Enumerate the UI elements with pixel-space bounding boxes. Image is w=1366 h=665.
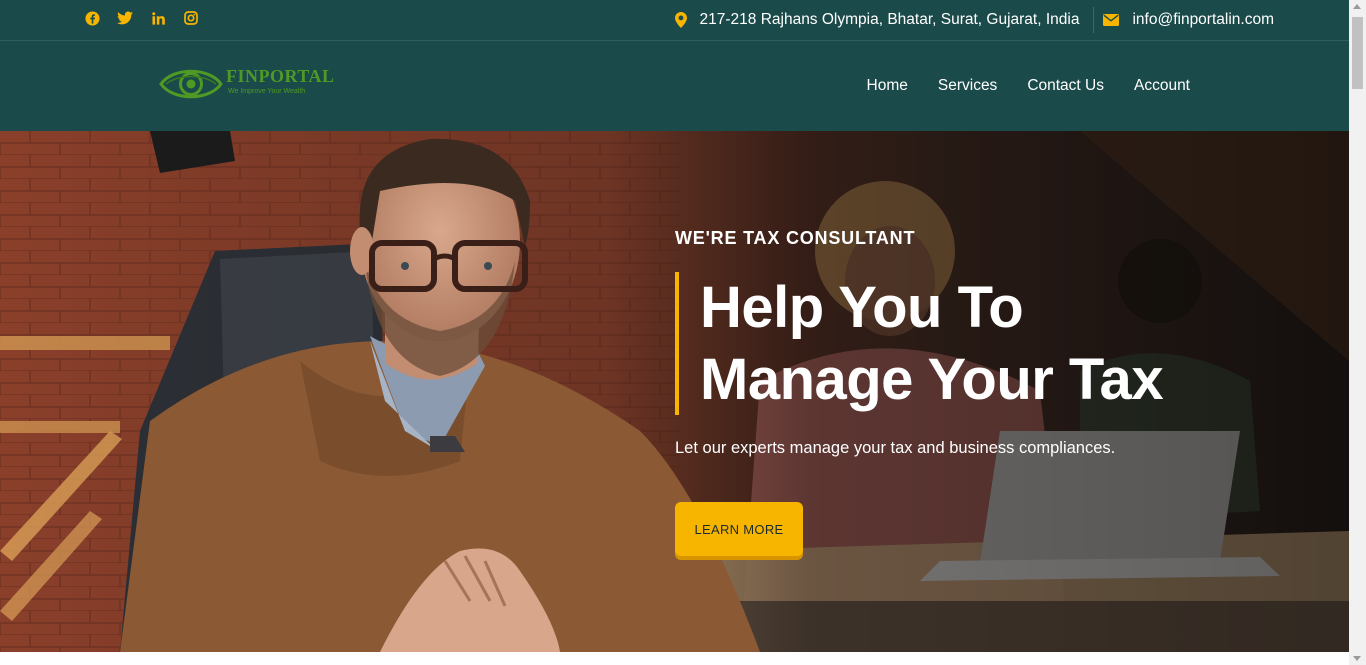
address-text: 217-218 Rajhans Olympia, Bhatar, Surat, … bbox=[699, 11, 1080, 28]
email-link[interactable]: info@finportalin.com bbox=[1132, 11, 1274, 29]
page: 217-218 Rajhans Olympia, Bhatar, Surat, … bbox=[0, 0, 1349, 665]
scroll-up-arrow-icon[interactable] bbox=[1353, 4, 1361, 9]
next-section-edge bbox=[0, 652, 1349, 665]
eye-logo-icon bbox=[159, 69, 223, 99]
instagram-icon[interactable] bbox=[183, 10, 199, 26]
hero-eyebrow: WE'RE TAX CONSULTANT bbox=[675, 228, 916, 248]
nav-item-services[interactable]: Services bbox=[938, 77, 997, 95]
main-navbar: FINPORTAL We Improve Your Wealth Home Se… bbox=[0, 41, 1349, 131]
primary-nav: Home Services Contact Us Account bbox=[867, 77, 1190, 95]
facebook-icon[interactable] bbox=[84, 10, 100, 26]
scroll-down-arrow-icon[interactable] bbox=[1353, 656, 1361, 661]
map-pin-icon bbox=[674, 12, 687, 28]
logo-tagline: We Improve Your Wealth bbox=[228, 88, 306, 95]
logo-name: FINPORTAL bbox=[226, 66, 335, 86]
top-bar: 217-218 Rajhans Olympia, Bhatar, Surat, … bbox=[0, 0, 1349, 41]
email-item[interactable]: info@finportalin.com bbox=[1103, 11, 1274, 29]
page-scrollbar[interactable] bbox=[1349, 0, 1366, 665]
hero-subtext: Let our experts manage your tax and busi… bbox=[675, 439, 1116, 457]
scroll-thumb[interactable] bbox=[1352, 17, 1363, 89]
social-links bbox=[84, 10, 199, 26]
nav-item-contact-us[interactable]: Contact Us bbox=[1027, 77, 1104, 95]
contact-divider bbox=[1093, 7, 1095, 33]
envelope-icon bbox=[1103, 14, 1120, 26]
headline-line-2: Manage Your Tax bbox=[700, 347, 1164, 412]
address-item: 217-218 Rajhans Olympia, Bhatar, Surat, … bbox=[674, 11, 1080, 29]
linkedin-icon[interactable] bbox=[150, 10, 166, 26]
learn-more-button[interactable]: LEARN MORE bbox=[675, 502, 803, 556]
headline-block: Help You To Manage Your Tax bbox=[675, 272, 1164, 416]
headline-line-1: Help You To bbox=[700, 275, 1024, 340]
nav-item-home[interactable]: Home bbox=[867, 77, 908, 95]
nav-item-account[interactable]: Account bbox=[1134, 77, 1190, 95]
site-logo[interactable]: FINPORTAL We Improve Your Wealth bbox=[158, 63, 343, 105]
twitter-icon[interactable] bbox=[117, 10, 133, 26]
hero-section: WE'RE TAX CONSULTANT Help You To Manage … bbox=[0, 131, 1349, 652]
contact-info: 217-218 Rajhans Olympia, Bhatar, Surat, … bbox=[674, 0, 1274, 40]
hero-headline: Help You To Manage Your Tax bbox=[700, 272, 1164, 416]
